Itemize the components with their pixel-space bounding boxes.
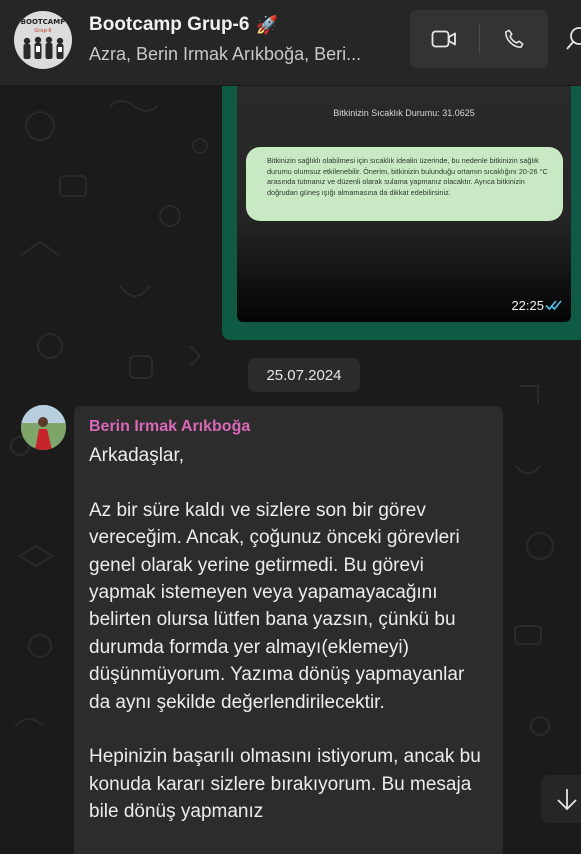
- image-message-bubble[interactable]: Bitkinizin Sıcaklık Durumu: 31.0625 Bitk…: [222, 86, 581, 340]
- avatar-text-bottom: Grup-6: [34, 28, 51, 34]
- phone-icon: [504, 29, 524, 49]
- arrow-down-icon: [557, 789, 577, 811]
- received-message-bubble[interactable]: Berin Irmak Arıkboğa Arkadaşlar, Az bir …: [74, 406, 503, 854]
- sender-name[interactable]: Berin Irmak Arıkboğa: [89, 418, 489, 436]
- voice-call-button[interactable]: [480, 10, 549, 68]
- group-avatar-image: BOOTCAMP Grup-6: [14, 11, 72, 69]
- double-check-icon: [545, 300, 562, 311]
- image-preview[interactable]: Bitkinizin Sıcaklık Durumu: 31.0625 Bitk…: [237, 86, 571, 322]
- search-button[interactable]: [566, 24, 581, 54]
- call-controls: [410, 10, 548, 68]
- advice-text-box: Bitkinizin sağlıklı olabilmesi için sıca…: [246, 147, 563, 221]
- rocket-emoji: 🚀: [255, 14, 278, 35]
- message-time: 22:25: [511, 298, 544, 313]
- date-separator: 25.07.2024: [248, 358, 360, 392]
- message-text: Arkadaşlar, Az bir süre kaldı ve sizlere…: [89, 445, 481, 823]
- sender-avatar-image: [21, 405, 66, 450]
- group-title-text: Bootcamp Grup-6: [89, 14, 250, 35]
- avatar-text-top: BOOTCAMP: [21, 18, 66, 26]
- chat-header: BOOTCAMP Grup-6 Bootcamp Grup-6 🚀 Azra, …: [0, 0, 581, 86]
- temperature-line: Bitkinizin Sıcaklık Durumu: 31.0625: [333, 108, 475, 118]
- group-avatar[interactable]: BOOTCAMP Grup-6: [14, 11, 72, 69]
- chat-area[interactable]: Bitkinizin Sıcaklık Durumu: 31.0625 Bitk…: [0, 86, 581, 854]
- group-title: Bootcamp Grup-6 🚀: [89, 14, 389, 36]
- video-call-button[interactable]: [410, 10, 479, 68]
- group-members: Azra, Berin Irmak Arıkboğa, Beri...: [89, 44, 362, 64]
- search-icon: [566, 27, 581, 50]
- sender-avatar[interactable]: [21, 405, 66, 450]
- video-camera-icon: [431, 30, 457, 48]
- chat-title-block[interactable]: Bootcamp Grup-6 🚀 Azra, Berin Irmak Arık…: [89, 14, 389, 65]
- scroll-to-bottom-button[interactable]: [541, 775, 581, 823]
